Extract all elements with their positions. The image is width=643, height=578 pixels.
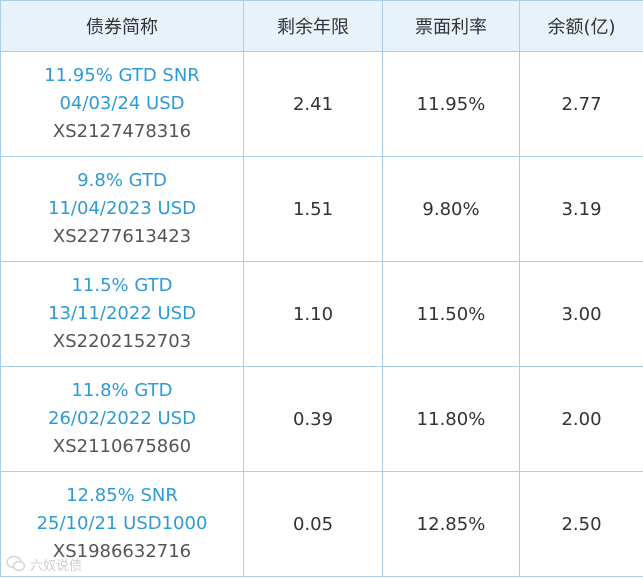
balance-cell: 2.77 xyxy=(519,51,643,157)
bond-name-cell: 11.95% GTD SNR 04/03/24 USD XS2127478316 xyxy=(0,51,244,157)
bond-name-line[interactable]: 04/03/24 USD xyxy=(1,90,243,118)
table-row: 9.8% GTD 11/04/2023 USD XS2277613423 1.5… xyxy=(0,156,643,262)
bond-name-line[interactable]: 26/02/2022 USD xyxy=(1,405,243,433)
header-remaining-years: 剩余年限 xyxy=(243,0,383,52)
bond-isin: XS2127478316 xyxy=(52,121,192,142)
coupon-rate-cell: 11.95% xyxy=(382,51,520,157)
bond-isin: XS2110675860 xyxy=(52,436,192,457)
bond-name-line[interactable]: 11.5% GTD xyxy=(1,272,243,300)
bond-name-line[interactable]: 13/11/2022 USD xyxy=(1,300,243,328)
bond-name-line[interactable]: 11.8% GTD xyxy=(1,377,243,405)
bond-table-screenshot: 债券简称 剩余年限 票面利率 余额(亿) 11.95% GTD SNR 04/0… xyxy=(0,0,643,578)
bond-isin: XS2277613423 xyxy=(52,226,192,247)
balance-cell: 3.19 xyxy=(519,156,643,262)
bond-name-line[interactable]: 12.85% SNR xyxy=(1,482,243,510)
remaining-years-cell: 0.39 xyxy=(243,366,383,472)
coupon-rate-cell: 11.80% xyxy=(382,366,520,472)
bond-name-line[interactable]: 9.8% GTD xyxy=(1,167,243,195)
header-balance: 余额(亿) xyxy=(519,0,643,52)
remaining-years-cell: 1.51 xyxy=(243,156,383,262)
bond-name-cell: 11.5% GTD 13/11/2022 USD XS2202152703 xyxy=(0,261,244,367)
remaining-years-cell: 0.05 xyxy=(243,471,383,577)
balance-cell: 3.00 xyxy=(519,261,643,367)
bond-table: 债券简称 剩余年限 票面利率 余额(亿) 11.95% GTD SNR 04/0… xyxy=(0,0,643,577)
table-row: 11.95% GTD SNR 04/03/24 USD XS2127478316… xyxy=(0,51,643,157)
watermark-text: 六奴说债 xyxy=(30,558,83,574)
coupon-rate-cell: 9.80% xyxy=(382,156,520,262)
balance-cell: 2.00 xyxy=(519,366,643,472)
bond-name-line[interactable]: 25/10/21 USD1000 xyxy=(1,510,243,538)
table-row: 12.85% SNR 25/10/21 USD1000 XS1986632716… xyxy=(0,471,643,577)
header-coupon-rate: 票面利率 xyxy=(382,0,520,52)
bond-name-line[interactable]: 11.95% GTD SNR xyxy=(1,62,243,90)
table-header-row: 债券简称 剩余年限 票面利率 余额(亿) xyxy=(0,0,643,52)
table-row: 11.5% GTD 13/11/2022 USD XS2202152703 1.… xyxy=(0,261,643,367)
wechat-like-icon xyxy=(6,555,26,572)
bond-name-cell: 11.8% GTD 26/02/2022 USD XS2110675860 xyxy=(0,366,244,472)
header-bond-name: 债券简称 xyxy=(0,0,244,52)
bond-isin: XS2202152703 xyxy=(52,331,192,352)
bond-name-cell: 9.8% GTD 11/04/2023 USD XS2277613423 xyxy=(0,156,244,262)
coupon-rate-cell: 11.50% xyxy=(382,261,520,367)
table-row: 11.8% GTD 26/02/2022 USD XS2110675860 0.… xyxy=(0,366,643,472)
coupon-rate-cell: 12.85% xyxy=(382,471,520,577)
balance-cell: 2.50 xyxy=(519,471,643,577)
remaining-years-cell: 1.10 xyxy=(243,261,383,367)
watermark: 六奴说债 xyxy=(6,553,82,575)
bond-name-line[interactable]: 11/04/2023 USD xyxy=(1,195,243,223)
remaining-years-cell: 2.41 xyxy=(243,51,383,157)
